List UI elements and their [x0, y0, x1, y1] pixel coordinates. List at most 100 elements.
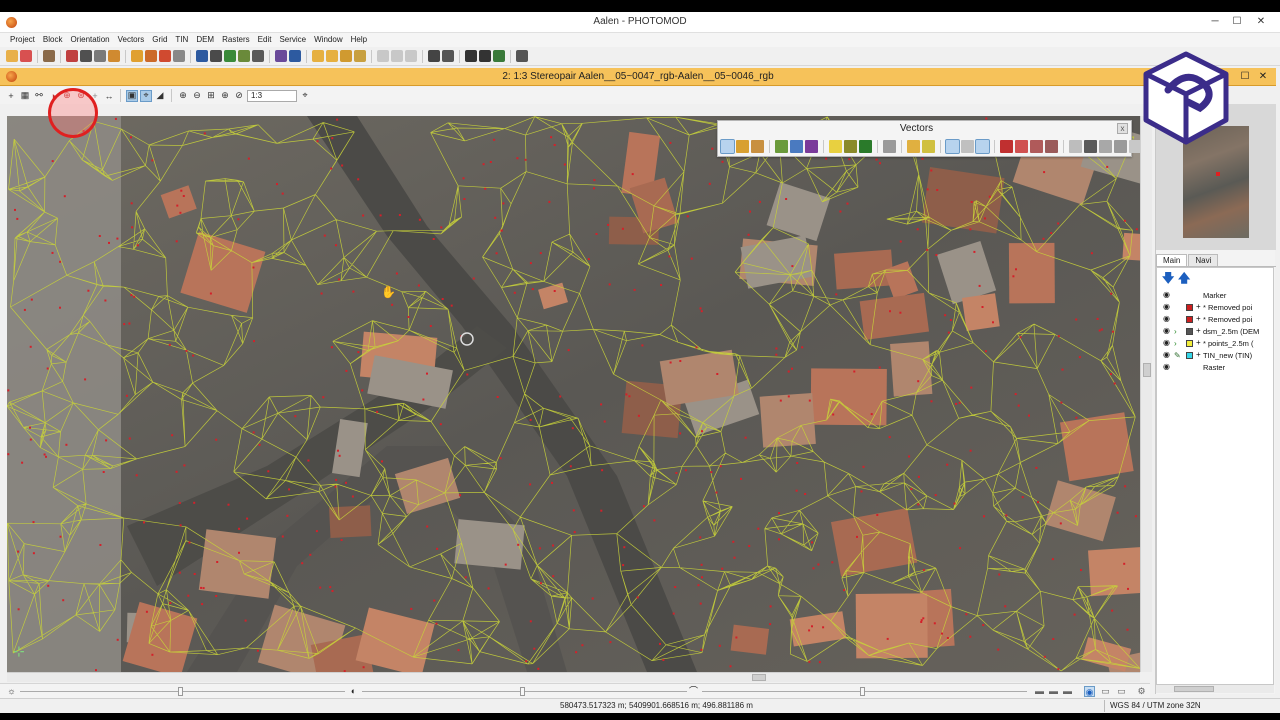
line-icon[interactable] — [844, 140, 857, 153]
save-as-icon[interactable] — [340, 50, 352, 62]
expand-icon[interactable]: + — [1196, 302, 1201, 311]
vectors-icon[interactable] — [131, 50, 143, 62]
menu-vectors[interactable]: Vectors — [114, 33, 149, 47]
save-icon[interactable] — [326, 50, 338, 62]
layer-item-points[interactable]: ◉ › + * points_2.5m ( — [1161, 338, 1273, 350]
zoom-fit-icon[interactable]: ⊞ — [205, 90, 217, 102]
vectors-close-icon[interactable]: x — [1117, 123, 1128, 134]
gamma-slider-knob[interactable] — [860, 687, 865, 696]
open-project-icon[interactable] — [6, 50, 18, 62]
visibility-eye-icon[interactable]: ◉ — [1163, 363, 1171, 371]
crosshair-icon[interactable]: + — [5, 90, 17, 102]
close-project-icon[interactable] — [20, 50, 32, 62]
minimize-button[interactable]: ─ — [1204, 14, 1226, 29]
delete-icon[interactable] — [1000, 140, 1013, 153]
maximize-button[interactable]: ☐ — [1226, 14, 1248, 29]
layer-item-raster[interactable]: ◉ Raster — [1161, 362, 1273, 374]
stereo-close-button[interactable]: ✕ — [1254, 69, 1272, 84]
zoom-in-icon[interactable]: ⊕ — [177, 90, 189, 102]
menu-dem[interactable]: DEM — [192, 33, 218, 47]
vertical-scroll-thumb[interactable] — [1143, 363, 1151, 377]
copy-object-icon[interactable] — [790, 140, 803, 153]
close-button[interactable]: ✕ — [1250, 14, 1272, 29]
layer-item-removed-points-1[interactable]: ◉ + * Removed poi — [1161, 302, 1273, 314]
block-icon[interactable] — [43, 50, 55, 62]
tab-navi[interactable]: Navi — [1188, 254, 1219, 266]
visibility-eye-icon[interactable]: ◉ — [1163, 327, 1171, 335]
horizontal-scroll-thumb[interactable] — [752, 674, 766, 681]
tools-icon[interactable] — [442, 50, 454, 62]
merge-icon[interactable] — [1045, 140, 1058, 153]
left-view-icon[interactable]: ▬ — [1048, 686, 1059, 697]
right-view-icon[interactable]: ▬ — [1062, 686, 1073, 697]
vectors-toolbar-window[interactable]: Vectors x — [717, 120, 1142, 157]
viewport-vertical-scrollbar[interactable] — [1140, 116, 1152, 672]
contour-icon[interactable] — [252, 50, 264, 62]
attributes-table-icon[interactable] — [1069, 140, 1082, 153]
menu-rasters[interactable]: Rasters — [218, 33, 254, 47]
edit-chevron-icon[interactable]: › — [1174, 327, 1183, 336]
delete-vertex-icon[interactable] — [1015, 140, 1028, 153]
area-icon[interactable] — [859, 140, 872, 153]
stereo-maximize-button[interactable]: ☐ — [1236, 69, 1254, 84]
cursor-lock-icon[interactable]: ⌖ — [140, 89, 152, 102]
undo-icon[interactable] — [377, 50, 389, 62]
single-view-icon[interactable]: ▬ — [1034, 686, 1045, 697]
grid-icon[interactable]: ▦ — [19, 90, 31, 102]
folder-icon[interactable] — [312, 50, 324, 62]
center-icon[interactable]: ⌖ — [299, 90, 311, 102]
zoom-level-input[interactable]: 1:3 — [247, 89, 297, 102]
labels-icon[interactable] — [1084, 140, 1097, 153]
classify-icon[interactable] — [1114, 140, 1127, 153]
expand-icon[interactable]: + — [1196, 314, 1201, 323]
copy-icon[interactable] — [391, 50, 403, 62]
layout-icon[interactable] — [465, 50, 477, 62]
zoom-window-icon[interactable]: ⊕ — [219, 90, 231, 102]
visibility-eye-icon[interactable]: ◉ — [1163, 315, 1171, 323]
expand-icon[interactable]: + — [1196, 338, 1201, 347]
edit-vertex-icon[interactable] — [775, 140, 788, 153]
window-2d-icon[interactable] — [289, 50, 301, 62]
overlay-icon[interactable]: ▭ — [1100, 686, 1111, 697]
print-icon[interactable]: ▭ — [1116, 686, 1127, 697]
stereopair-icon[interactable] — [80, 50, 92, 62]
eye-toggle-icon[interactable]: ◉ — [1084, 686, 1095, 697]
menu-window[interactable]: Window — [310, 33, 346, 47]
visibility-eye-icon[interactable]: ◉ — [1163, 303, 1171, 311]
edit-chevron-icon[interactable]: › — [1174, 339, 1183, 348]
filter-icon[interactable] — [1099, 140, 1112, 153]
snap-surface-icon[interactable] — [975, 139, 990, 154]
ruler-icon[interactable]: ◢ — [154, 90, 166, 102]
settings-gear-icon[interactable]: ⚙ — [1136, 686, 1147, 697]
move-up-arrow-icon[interactable]: 🡅 — [1178, 272, 1190, 284]
layer-item-tin[interactable]: ◉ ✎ + TIN_new (TIN) — [1161, 350, 1273, 362]
cascade-icon[interactable] — [479, 50, 491, 62]
create-polygon-icon[interactable] — [751, 140, 764, 153]
visibility-eye-icon[interactable]: ◉ — [1163, 291, 1171, 299]
edit-pencil-icon[interactable]: ✎ — [1174, 351, 1183, 360]
settings-icon[interactable] — [493, 50, 505, 62]
break-line-icon[interactable] — [1030, 140, 1043, 153]
mosaic-icon[interactable] — [210, 50, 222, 62]
stereo-image-viewport[interactable]: ✋ ⊹ — [7, 116, 1140, 672]
window-icon[interactable] — [428, 50, 440, 62]
move-icon[interactable]: ↔ — [103, 90, 115, 102]
refresh-icon[interactable] — [354, 50, 366, 62]
menu-tin[interactable]: TIN — [171, 33, 192, 47]
smooth-icon[interactable] — [805, 140, 818, 153]
panel-horizontal-scrollbar[interactable] — [1156, 684, 1274, 693]
snap-icon[interactable] — [907, 140, 920, 153]
dem-icon[interactable] — [173, 50, 185, 62]
stereo-mode-icon[interactable]: ⚯ — [33, 90, 45, 102]
menu-orientation[interactable]: Orientation — [66, 33, 113, 47]
orientation-icon[interactable] — [108, 50, 120, 62]
visibility-eye-icon[interactable]: ◉ — [1163, 339, 1171, 347]
menu-block[interactable]: Block — [39, 33, 67, 47]
triangle-icon[interactable] — [829, 140, 842, 153]
redo-icon[interactable] — [405, 50, 417, 62]
contrast-slider-knob[interactable] — [520, 687, 525, 696]
raster-icon[interactable] — [196, 50, 208, 62]
tin-icon[interactable] — [159, 50, 171, 62]
layer-item-marker[interactable]: ◉ Marker — [1161, 290, 1273, 302]
zoom-out-icon[interactable]: ⊖ — [191, 90, 203, 102]
